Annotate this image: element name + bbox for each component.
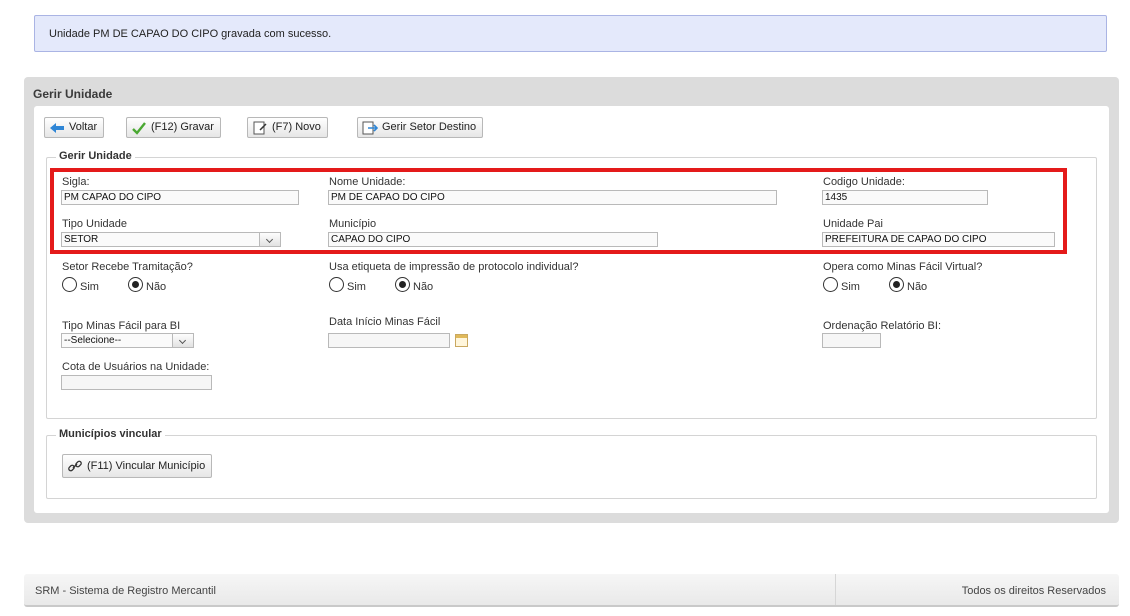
new-document-icon bbox=[252, 121, 268, 135]
tipo-minas-value: --Selecione-- bbox=[64, 335, 122, 346]
footer-rights: Todos os direitos Reservados bbox=[961, 585, 1106, 597]
etiqueta-sim-label: Sim bbox=[347, 281, 366, 293]
minas-virtual-sim-radio[interactable] bbox=[823, 277, 838, 292]
setor-tramitacao-nao-label: Não bbox=[146, 281, 167, 293]
footer-system-name: SRM - Sistema de Registro Mercantil bbox=[35, 585, 216, 597]
tipo-minas-select[interactable]: --Selecione-- bbox=[61, 333, 194, 348]
gerir-unidade-legend: Gerir Unidade bbox=[56, 150, 135, 162]
setor-tramitacao-nao-radio[interactable] bbox=[128, 277, 143, 292]
minas-virtual-nao-label: Não bbox=[907, 281, 928, 293]
footer-divider bbox=[835, 574, 836, 605]
setor-tramitacao-sim-label: Sim bbox=[80, 281, 99, 293]
link-icon bbox=[67, 459, 83, 473]
calendar-icon[interactable] bbox=[455, 334, 468, 347]
panel-title: Gerir Unidade bbox=[33, 87, 113, 101]
tipo-minas-label: Tipo Minas Fácil para BI bbox=[62, 320, 181, 332]
minas-virtual-nao-radio[interactable] bbox=[889, 277, 904, 292]
etiqueta-sim-radio[interactable] bbox=[329, 277, 344, 292]
setor-tramitacao-sim-radio[interactable] bbox=[62, 277, 77, 292]
chevron-down-icon bbox=[172, 334, 193, 347]
data-inicio-input[interactable] bbox=[328, 333, 450, 348]
ordenacao-label: Ordenação Relatório BI: bbox=[823, 320, 942, 332]
cota-usuarios-input[interactable] bbox=[61, 375, 212, 390]
minas-virtual-label: Opera como Minas Fácil Virtual? bbox=[823, 261, 983, 273]
vincular-municipio-button[interactable]: (F11) Vincular Município bbox=[62, 454, 213, 478]
gravar-button[interactable]: (F12) Gravar bbox=[126, 117, 221, 138]
back-arrow-icon bbox=[49, 121, 65, 135]
etiqueta-nao-radio[interactable] bbox=[395, 277, 410, 292]
footer: SRM - Sistema de Registro Mercantil Todo… bbox=[24, 574, 1119, 607]
data-inicio-label: Data Início Minas Fácil bbox=[329, 316, 441, 328]
novo-button[interactable]: (F7) Novo bbox=[247, 117, 328, 138]
etiqueta-label: Usa etiqueta de impressão de protocolo i… bbox=[329, 261, 579, 273]
ordenacao-input[interactable] bbox=[822, 333, 881, 348]
checkmark-icon bbox=[131, 121, 147, 135]
success-message: Unidade PM DE CAPAO DO CIPO gravada com … bbox=[34, 15, 1107, 52]
gerir-setor-destino-button[interactable]: Gerir Setor Destino bbox=[357, 117, 484, 138]
setor-tramitacao-label: Setor Recebe Tramitação? bbox=[62, 261, 193, 273]
minas-virtual-sim-label: Sim bbox=[841, 281, 860, 293]
document-arrow-icon bbox=[362, 121, 378, 135]
etiqueta-nao-label: Não bbox=[413, 281, 434, 293]
voltar-button[interactable]: Voltar bbox=[44, 117, 105, 138]
municipios-legend: Municípios vincular bbox=[56, 428, 165, 440]
cota-usuarios-label: Cota de Usuários na Unidade: bbox=[62, 361, 210, 373]
highlight-box bbox=[50, 168, 1067, 254]
success-message-text: Unidade PM DE CAPAO DO CIPO gravada com … bbox=[49, 28, 332, 40]
